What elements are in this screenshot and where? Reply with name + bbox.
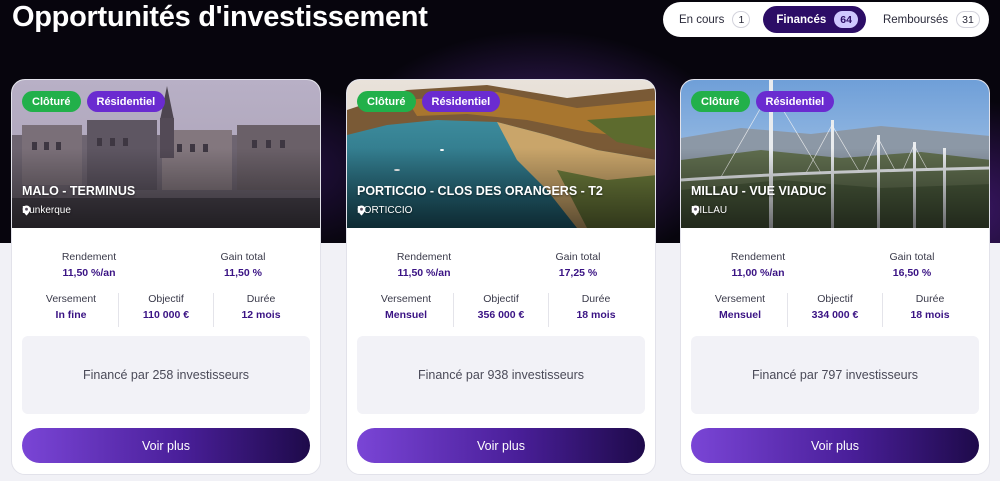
investors-count: Financé par 258 investisseurs (22, 336, 310, 414)
stat-versement: Versement In fine (24, 293, 119, 327)
map-pin-icon (357, 205, 366, 216)
status-filter-bar: En cours 1 Financés 64 Remboursés 31 (663, 2, 989, 37)
investors-count: Financé par 797 investisseurs (691, 336, 979, 414)
filter-tab-label: Remboursés (882, 13, 949, 26)
map-pin-icon (22, 205, 31, 216)
stat-value: Mensuel (384, 309, 427, 321)
stat-label: Durée (246, 293, 276, 305)
filter-tab-rembourses[interactable]: Remboursés 31 (872, 6, 987, 33)
stat-label: Rendement (730, 251, 786, 263)
stat-label: Objectif (483, 293, 519, 305)
project-card-malo-terminus: Clôturé Résidentiel MALO - TERMINUS Dunk… (11, 79, 321, 475)
filter-tab-finances[interactable]: Financés 64 (763, 6, 866, 33)
stat-versement: Versement Mensuel (693, 293, 788, 327)
project-photo: Clôturé Résidentiel MALO - TERMINUS Dunk… (12, 80, 320, 228)
project-photo: Clôturé Résidentiel PORTICCIO - CLOS DES… (347, 80, 655, 228)
category-badge: Résidentiel (421, 91, 501, 112)
stat-gain-total: Gain total 16,50 % (835, 251, 989, 281)
stat-value: 334 000 € (811, 309, 859, 321)
stat-label: Versement (380, 293, 432, 305)
stat-objectif: Objectif 110 000 € (119, 293, 214, 327)
stat-label: Objectif (817, 293, 853, 305)
project-title: PORTICCIO - CLOS DES ORANGERS - T2 (357, 184, 603, 198)
stat-value: 17,25 % (558, 267, 598, 279)
project-location: PORTICCIO (357, 205, 412, 216)
filter-tab-label: En cours (679, 13, 725, 26)
filter-tab-count: 31 (956, 11, 980, 28)
status-badge: Clôturé (357, 91, 416, 112)
project-location: MILLAU (691, 205, 727, 216)
investors-count: Financé par 938 investisseurs (357, 336, 645, 414)
category-badge: Résidentiel (86, 91, 166, 112)
status-badge: Clôturé (22, 91, 81, 112)
stat-label: Versement (45, 293, 97, 305)
stat-objectif: Objectif 334 000 € (788, 293, 883, 327)
stat-rendement: Rendement 11,00 %/an (681, 251, 835, 281)
stat-value: 11,50 %/an (62, 267, 116, 279)
stat-value: 11,00 %/an (731, 267, 785, 279)
stat-value: 110 000 € (142, 309, 190, 321)
stat-label: Versement (714, 293, 766, 305)
stat-label: Rendement (61, 251, 117, 263)
voir-plus-button[interactable]: Voir plus (22, 428, 310, 463)
stat-duree: Durée 18 mois (883, 293, 977, 327)
filter-tab-label: Financés (776, 13, 827, 26)
stat-value: 356 000 € (477, 309, 525, 321)
voir-plus-button[interactable]: Voir plus (357, 428, 645, 463)
page-title: Opportunités d'investissement (12, 1, 428, 33)
stat-duree: Durée 12 mois (214, 293, 308, 327)
stat-label: Rendement (396, 251, 452, 263)
project-title: MALO - TERMINUS (22, 184, 136, 198)
stat-value: 16,50 % (892, 267, 932, 279)
stat-value: 11,50 % (224, 267, 262, 279)
project-photo: Clôturé Résidentiel MILLAU - VUE VIADUC … (681, 80, 989, 228)
status-badge: Clôturé (691, 91, 750, 112)
stat-label: Gain total (220, 251, 266, 263)
stat-label: Durée (915, 293, 945, 305)
stat-gain-total: Gain total 17,25 % (501, 251, 655, 281)
filter-tab-en-cours[interactable]: En cours 1 (668, 6, 757, 33)
stat-value: 18 mois (910, 309, 950, 321)
filter-tab-count: 64 (834, 11, 858, 28)
project-card-millau: Clôturé Résidentiel MILLAU - VUE VIADUC … (680, 79, 990, 475)
project-card-porticcio: Clôturé Résidentiel PORTICCIO - CLOS DES… (346, 79, 656, 475)
stat-label: Gain total (555, 251, 601, 263)
stat-rendement: Rendement 11,50 %/an (347, 251, 501, 281)
voir-plus-button[interactable]: Voir plus (691, 428, 979, 463)
stat-objectif: Objectif 356 000 € (454, 293, 549, 327)
filter-tab-count: 1 (732, 11, 751, 28)
stat-value: 11,50 %/an (397, 267, 451, 279)
project-location: Dunkerque (22, 205, 71, 216)
stat-versement: Versement Mensuel (359, 293, 454, 327)
stat-rendement: Rendement 11,50 %/an (12, 251, 166, 281)
stat-value: 18 mois (576, 309, 616, 321)
stat-label: Durée (581, 293, 611, 305)
stat-label: Gain total (889, 251, 935, 263)
stat-gain-total: Gain total 11,50 % (166, 251, 320, 281)
stat-duree: Durée 18 mois (549, 293, 643, 327)
stat-value: In fine (55, 309, 87, 321)
stat-label: Objectif (148, 293, 184, 305)
category-badge: Résidentiel (755, 91, 835, 112)
project-title: MILLAU - VUE VIADUC (691, 184, 827, 198)
map-pin-icon (691, 205, 700, 216)
stat-value: Mensuel (718, 309, 761, 321)
stat-value: 12 mois (241, 309, 281, 321)
